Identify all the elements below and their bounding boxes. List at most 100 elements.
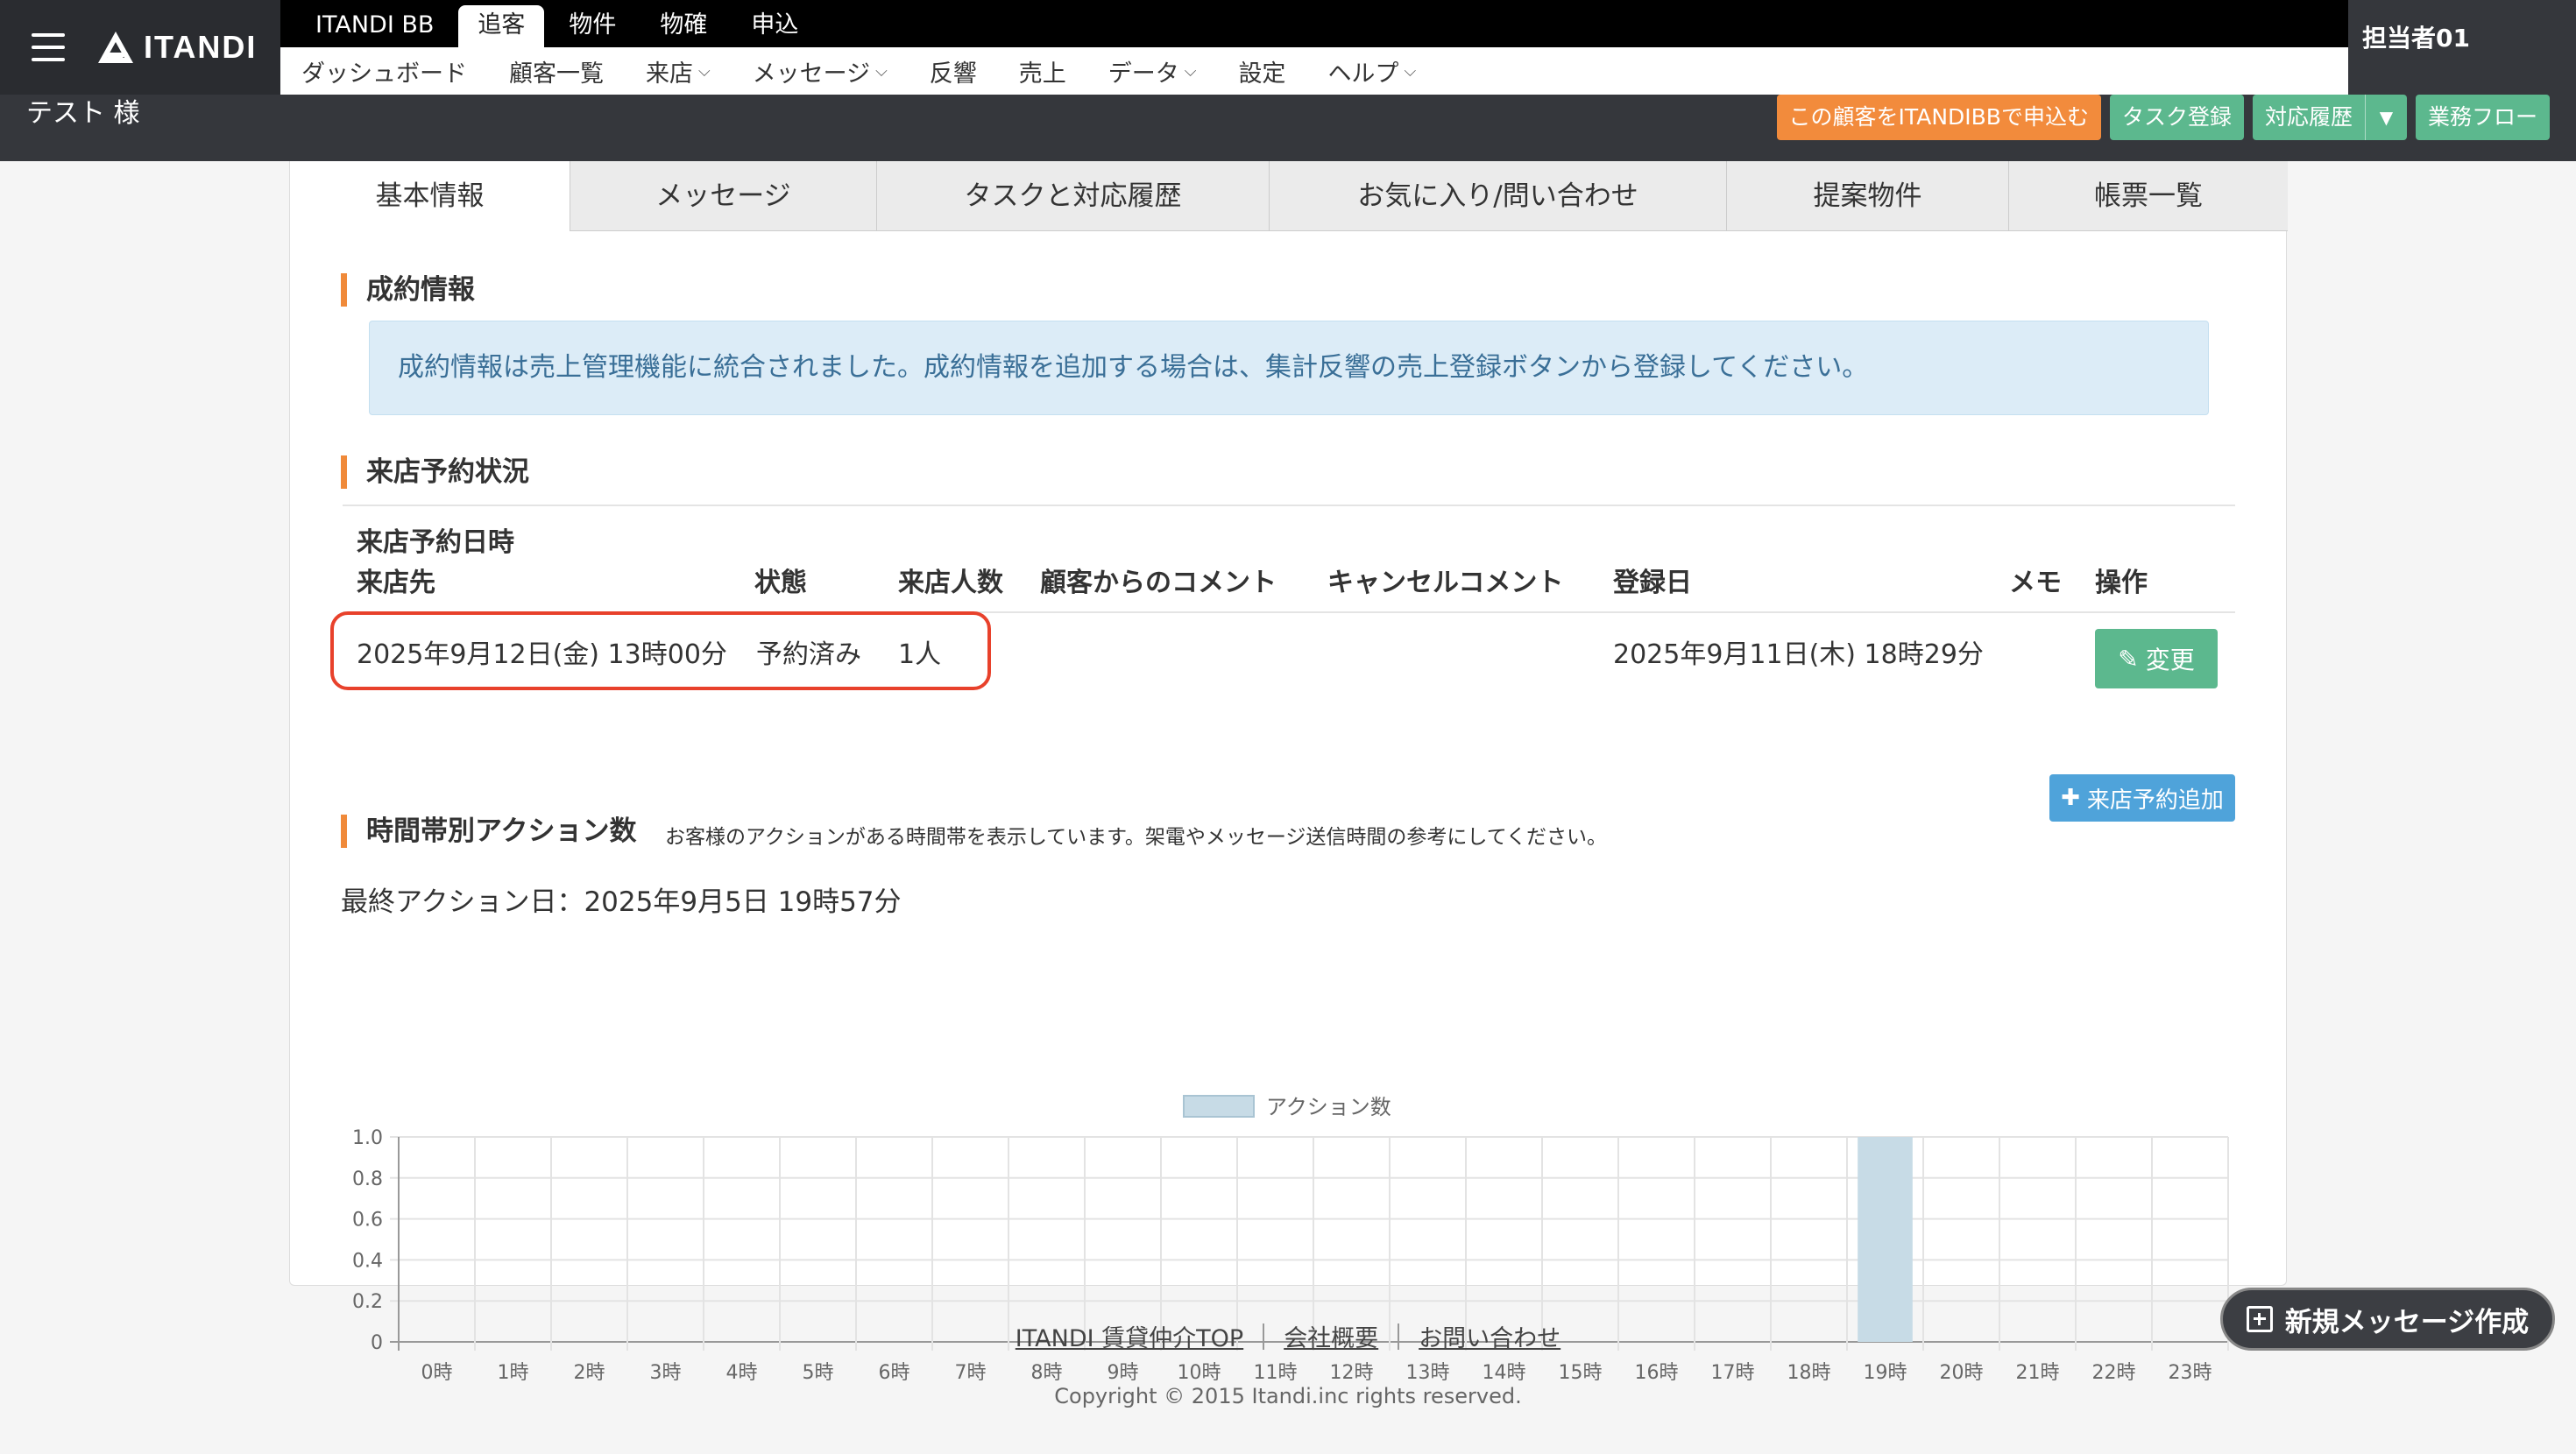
chevron-down-icon: ⌵ — [698, 61, 711, 81]
x-tick-label: 9時 — [1108, 1362, 1139, 1384]
footer-link-company[interactable]: 会社概要 — [1284, 1319, 1378, 1353]
itandi-logo[interactable]: ITANDI — [96, 26, 257, 68]
x-tick-label: 6時 — [879, 1362, 910, 1384]
reservation-datetime: 2025年9月12日(金) 13時00分 — [357, 639, 727, 670]
x-tick-label: 10時 — [1178, 1362, 1221, 1384]
main-tab-bukken[interactable]: 物件 — [549, 5, 635, 47]
x-tick-label: 8時 — [1031, 1362, 1063, 1384]
main-tab-tsuikyaku[interactable]: 追客 — [458, 5, 545, 47]
x-tick-label: 4時 — [726, 1362, 758, 1384]
legend-label: アクション数 — [1266, 1095, 1391, 1119]
footer-separator — [1263, 1323, 1265, 1350]
tab-proposed-properties[interactable]: 提案物件 — [1727, 161, 2009, 231]
divider — [343, 505, 2235, 506]
y-tick-label: 0.4 — [352, 1250, 383, 1272]
sub-tab-visit[interactable]: 来店 ⌵ — [646, 54, 711, 88]
sub-nav: ダッシュボード 顧客一覧 来店 ⌵ メッセージ ⌵ 反響 売上 データ ⌵ 設定 ヘル… — [280, 47, 2348, 95]
main-tab-moushikomi[interactable]: 申込 — [732, 5, 817, 47]
history-button[interactable]: 対応履歴 — [2252, 95, 2365, 140]
sub-tab-response[interactable]: 反響 — [930, 54, 977, 88]
last-action-date: 最終アクション日：2025年9月5日 19時57分 — [341, 886, 902, 918]
sub-tab-dashboard[interactable]: ダッシュボード — [301, 54, 467, 88]
sub-tab-sales[interactable]: 売上 — [1019, 54, 1066, 88]
tab-tasks-history[interactable]: タスクと対応履歴 — [877, 161, 1270, 231]
reservation-registered: 2025年9月11日(木) 18時29分 — [1613, 639, 1984, 670]
x-tick-label: 7時 — [955, 1362, 987, 1384]
new-message-button[interactable]: 新規メッセージ作成 — [2220, 1288, 2555, 1351]
history-split-button: 対応履歴 ▼ — [2252, 95, 2407, 140]
x-tick-label: 1時 — [498, 1362, 529, 1384]
pencil-icon: ✎ — [2118, 644, 2139, 674]
header-actions: この顧客をITANDIBBで申込む タスク登録 対応履歴 ▼ 業務フロー — [1776, 95, 2550, 140]
register-task-button[interactable]: タスク登録 — [2109, 95, 2244, 140]
x-tick-label: 5時 — [803, 1362, 834, 1384]
action-chart-title: 時間帯別アクション数 — [341, 815, 636, 848]
apply-itandibb-button[interactable]: この顧客をITANDIBBで申込む — [1776, 95, 2101, 140]
th-status: 状態 — [754, 568, 807, 598]
x-tick-label: 20時 — [1940, 1362, 1984, 1384]
x-tick-label: 22時 — [2092, 1362, 2136, 1384]
customer-name: テスト 様 — [26, 98, 140, 129]
th-place: 来店先 — [357, 568, 435, 598]
history-dropdown-caret-icon[interactable]: ▼ — [2364, 95, 2407, 140]
new-message-label: 新規メッセージ作成 — [2284, 1306, 2530, 1338]
reservation-status: 予約済み — [756, 639, 861, 670]
chevron-down-icon: ⌵ — [1184, 61, 1197, 81]
x-tick-label: 11時 — [1254, 1362, 1298, 1384]
bar-19時 — [1858, 1137, 1913, 1342]
sub-tab-customers[interactable]: 顧客一覧 — [509, 54, 604, 88]
th-count: 来店人数 — [898, 568, 1003, 598]
sub-tab-help[interactable]: ヘルプ ⌵ — [1327, 54, 1416, 88]
x-tick-label: 12時 — [1330, 1362, 1374, 1384]
th-ops: 操作 — [2095, 568, 2148, 598]
header-bar: ITANDI テスト 様 ITANDI BB 追客 物件 物確 申込 ダッシュボ… — [0, 0, 2576, 161]
main-nav: ITANDI BB 追客 物件 物確 申込 — [280, 0, 2348, 47]
sub-tab-settings[interactable]: 設定 — [1238, 54, 1285, 88]
action-chart-note: お客様のアクションがある時間帯を表示しています。架電やメッセージ送信時間の参考に… — [665, 826, 1608, 849]
add-label: 来店予約追加 — [2086, 787, 2224, 814]
y-tick-label: 0.8 — [352, 1168, 383, 1190]
y-tick-label: 0.2 — [352, 1291, 383, 1313]
hamburger-menu-icon[interactable] — [32, 33, 65, 61]
detail-tabs: 基本情報 メッセージ タスクと対応履歴 お気に入り/問い合わせ 提案物件 帳票一… — [290, 161, 2288, 231]
contract-section-title: 成約情報 — [341, 273, 475, 307]
workflow-button[interactable]: 業務フロー — [2415, 95, 2550, 140]
sub-tab-message[interactable]: メッセージ ⌵ — [753, 54, 888, 88]
tab-documents[interactable]: 帳票一覧 — [2009, 161, 2288, 231]
x-tick-label: 2時 — [574, 1362, 605, 1384]
main-tab-bukkaku[interactable]: 物確 — [640, 5, 726, 47]
x-tick-label: 3時 — [650, 1362, 682, 1384]
sub-tab-data[interactable]: データ ⌵ — [1108, 54, 1197, 88]
x-tick-label: 13時 — [1406, 1362, 1450, 1384]
footer-link-top[interactable]: ITANDI 賃貸仲介TOP — [1016, 1319, 1243, 1353]
tab-favorites-inquiries[interactable]: お気に入り/問い合わせ — [1270, 161, 1727, 231]
th-customer-comment: 顧客からのコメント — [1040, 568, 1277, 598]
plus-box-icon — [2246, 1306, 2273, 1332]
user-name[interactable]: 担当者01 — [2362, 19, 2470, 54]
reservation-count: 1人 — [898, 639, 942, 670]
change-reservation-button[interactable]: ✎ 変更 — [2095, 629, 2218, 688]
x-tick-label: 18時 — [1787, 1362, 1831, 1384]
th-cancel-comment: キャンセルコメント — [1327, 568, 1564, 598]
main-tab-itandibb[interactable]: ITANDI BB — [296, 5, 453, 47]
x-tick-label: 21時 — [2016, 1362, 2060, 1384]
x-tick-label: 14時 — [1483, 1362, 1526, 1384]
y-tick-label: 0.6 — [352, 1210, 383, 1232]
chevron-down-icon: ⌵ — [1404, 61, 1417, 81]
th-memo: メモ — [2009, 568, 2062, 598]
reservation-section-title: 来店予約状況 — [341, 455, 529, 489]
customer-detail-card: 基本情報 メッセージ タスクと対応履歴 お気に入り/問い合わせ 提案物件 帳票一… — [289, 161, 2288, 1384]
footer-link-contact[interactable]: お問い合わせ — [1419, 1319, 1560, 1353]
x-tick-label: 23時 — [2169, 1362, 2212, 1384]
copyright: Copyright © 2015 Itandi.inc rights reser… — [1054, 1384, 1522, 1408]
tab-basic-info[interactable]: 基本情報 — [290, 161, 570, 231]
x-tick-label: 17時 — [1711, 1362, 1755, 1384]
add-reservation-button[interactable]: ✚ 来店予約追加 — [2049, 774, 2235, 822]
footer-links: ITANDI 賃貸仲介TOP 会社概要 お問い合わせ — [0, 1319, 2576, 1353]
legend-swatch — [1183, 1095, 1255, 1118]
x-tick-label: 19時 — [1864, 1362, 1907, 1384]
y-tick-label: 1.0 — [352, 1127, 383, 1149]
change-label: 変更 — [2145, 646, 2195, 674]
tab-messages[interactable]: メッセージ — [570, 161, 877, 231]
th-registered: 登録日 — [1613, 568, 1692, 598]
